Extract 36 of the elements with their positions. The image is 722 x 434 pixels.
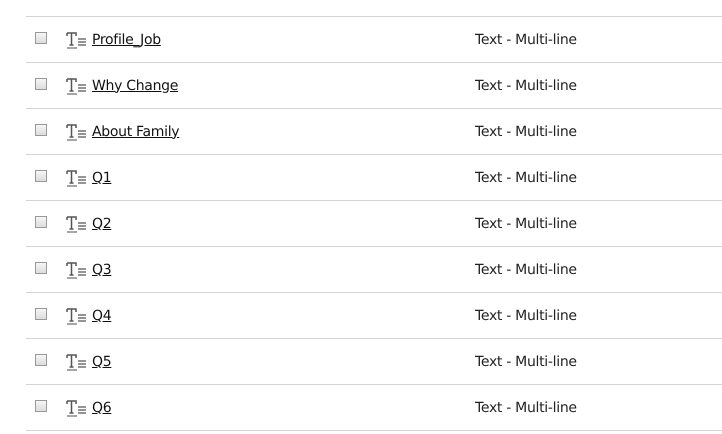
field-type: Text - Multi-line <box>475 354 577 370</box>
field-name-link[interactable]: Q2 <box>92 216 475 232</box>
field-type: Text - Multi-line <box>475 262 577 278</box>
text-field-icon <box>66 168 87 186</box>
checkbox[interactable] <box>35 78 47 90</box>
text-field-icon <box>66 214 87 232</box>
text-field-icon <box>66 30 87 48</box>
field-type: Text - Multi-line <box>475 400 577 416</box>
checkbox[interactable] <box>35 308 47 320</box>
checkbox[interactable] <box>35 354 47 366</box>
field-name-link[interactable]: Q6 <box>92 400 475 416</box>
field-type: Text - Multi-line <box>475 308 577 324</box>
checkbox[interactable] <box>35 216 47 228</box>
checkbox[interactable] <box>35 124 47 136</box>
field-type: Text - Multi-line <box>475 216 577 232</box>
field-name-link[interactable]: Q4 <box>92 308 475 324</box>
field-name-link[interactable]: Q3 <box>92 262 475 278</box>
field-name-link[interactable]: Q5 <box>92 354 475 370</box>
field-type: Text - Multi-line <box>475 32 577 48</box>
field-type: Text - Multi-line <box>475 78 577 94</box>
text-field-icon <box>66 76 87 94</box>
text-field-icon <box>66 260 87 278</box>
checkbox[interactable] <box>35 262 47 274</box>
text-field-icon <box>66 398 87 416</box>
checkbox[interactable] <box>35 170 47 182</box>
field-type: Text - Multi-line <box>475 124 577 140</box>
text-field-icon <box>66 352 87 370</box>
field-name-link[interactable]: About Family <box>92 124 475 140</box>
field-name-link[interactable]: Why Change <box>92 78 475 94</box>
field-name-link[interactable]: Q1 <box>92 170 475 186</box>
checkbox[interactable] <box>35 400 47 412</box>
field-name-link[interactable]: Profile_Job <box>92 32 475 48</box>
text-field-icon <box>66 122 87 140</box>
checkbox[interactable] <box>35 32 47 44</box>
field-type: Text - Multi-line <box>475 170 577 186</box>
text-field-icon <box>66 306 87 324</box>
